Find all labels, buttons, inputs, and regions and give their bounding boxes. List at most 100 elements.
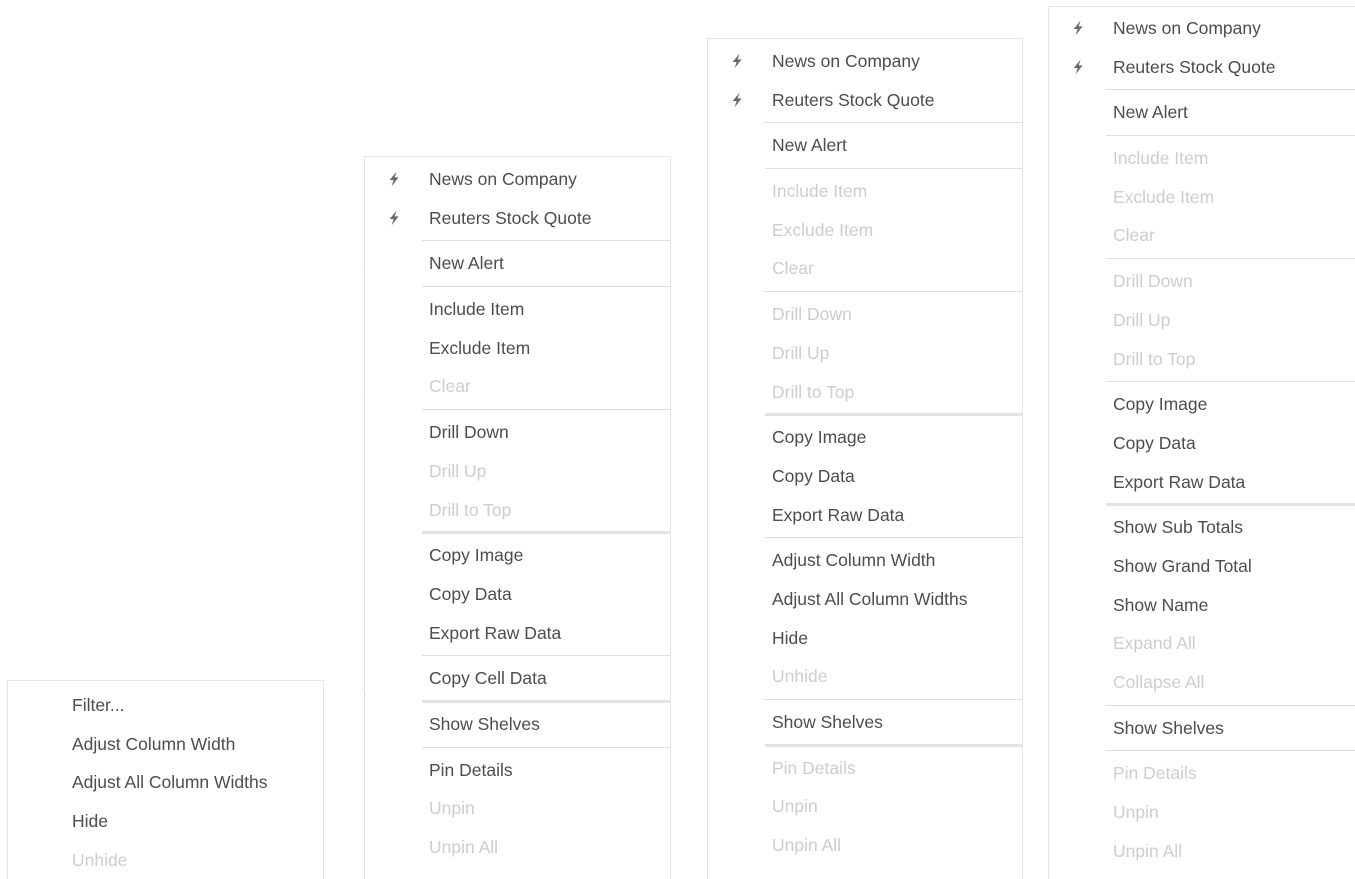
menu-item-include-item[interactable]: Include Item xyxy=(365,290,670,329)
menu-item-drill-to-top: Drill to Top xyxy=(708,373,1022,412)
menu-item-copy-image[interactable]: Copy Image xyxy=(708,418,1022,457)
menu-item-label: Show Shelves xyxy=(1113,717,1224,738)
menu-item-export-raw-data[interactable]: Export Raw Data xyxy=(365,614,670,653)
menu-item-label: Drill Down xyxy=(1113,271,1193,292)
menu-item-exclude-item: Exclude Item xyxy=(708,211,1022,250)
menu-4-list: News on Company Reuters Stock Quote New Al… xyxy=(1049,9,1355,870)
menu-item-pin-details: Pin Details xyxy=(708,749,1022,788)
menu-item-label: Show Name xyxy=(1113,594,1209,615)
lightning-icon xyxy=(1071,48,1085,87)
menu-item-unpin-all: Unpin All xyxy=(365,828,670,867)
menu-separator xyxy=(765,168,1022,170)
menu-item-new-alert[interactable]: New Alert xyxy=(1049,93,1355,132)
menu-item-label: Copy Data xyxy=(1113,432,1196,453)
menu-item-label: Filter... xyxy=(72,695,125,715)
edge-mark xyxy=(362,270,363,271)
menu-item-copy-data[interactable]: Copy Data xyxy=(1049,424,1355,463)
menu-item-label: Exclude Item xyxy=(429,337,531,358)
menu-item-label: Unhide xyxy=(72,849,128,870)
menu-item-label: News on Company xyxy=(1113,18,1261,38)
menu-item-news-on-company[interactable]: News on Company xyxy=(365,160,670,199)
menu-item-show-name[interactable]: Show Name xyxy=(1049,586,1355,625)
menu-item-adjust-all-column-widths[interactable]: Adjust All Column Widths xyxy=(708,580,1022,619)
menu-item-reuters-stock-quote[interactable]: Reuters Stock Quote xyxy=(708,81,1022,120)
menu-item-copy-cell-data[interactable]: Copy Cell Data xyxy=(365,659,670,698)
menu-item-filter[interactable]: Filter... xyxy=(8,686,323,725)
menu-item-include-item: Include Item xyxy=(1049,139,1355,178)
menu-item-label: Export Raw Data xyxy=(429,622,562,643)
lightning-icon xyxy=(387,199,401,238)
menu-item-copy-image[interactable]: Copy Image xyxy=(365,536,670,575)
menu-item-show-shelves[interactable]: Show Shelves xyxy=(365,705,670,744)
menu-item-label: Reuters Stock Quote xyxy=(772,89,935,110)
menu-separator xyxy=(1106,750,1355,752)
menu-item-label: Unhide xyxy=(772,666,828,687)
menu-item-label: Drill to Top xyxy=(772,381,855,402)
menu-item-label: Drill to Top xyxy=(1113,348,1196,369)
menu-item-copy-image[interactable]: Copy Image xyxy=(1049,385,1355,424)
menu-item-show-grand-total[interactable]: Show Grand Total xyxy=(1049,547,1355,586)
menu-item-show-shelves[interactable]: Show Shelves xyxy=(1049,709,1355,748)
context-menu-gallery: Filter... Adjust Column Width Adjust All C… xyxy=(0,0,1355,879)
menu-item-label: New Alert xyxy=(772,135,847,156)
menu-separator xyxy=(1106,381,1355,383)
menu-item-reuters-stock-quote[interactable]: Reuters Stock Quote xyxy=(1049,48,1355,87)
menu-separator xyxy=(765,122,1022,124)
menu-item-pin-details: Pin Details xyxy=(1049,754,1355,793)
menu-item-label: Adjust All Column Widths xyxy=(772,588,968,609)
edge-mark xyxy=(362,688,363,689)
menu-item-label: Drill Down xyxy=(772,304,852,325)
menu-separator xyxy=(422,240,670,242)
menu-item-label: Reuters Stock Quote xyxy=(429,207,592,228)
menu-item-label: New Alert xyxy=(429,253,504,274)
menu-item-news-on-company[interactable]: News on Company xyxy=(708,42,1022,81)
menu-3-list: News on Company Reuters Stock Quote New Al… xyxy=(708,42,1022,865)
menu-item-hide[interactable]: Hide xyxy=(8,802,323,841)
menu-item-new-alert[interactable]: New Alert xyxy=(365,244,670,283)
menu-item-pin-details[interactable]: Pin Details xyxy=(365,751,670,790)
menu-separator xyxy=(1106,135,1355,137)
menu-item-adjust-column-width[interactable]: Adjust Column Width xyxy=(8,725,323,764)
menu-item-export-raw-data[interactable]: Export Raw Data xyxy=(1049,463,1355,502)
menu-item-new-alert[interactable]: New Alert xyxy=(708,126,1022,165)
menu-item-label: Hide xyxy=(772,627,808,648)
menu-item-unhide: Unhide xyxy=(8,841,323,879)
menu-item-drill-down[interactable]: Drill Down xyxy=(365,413,670,452)
menu-item-label: Copy Data xyxy=(772,465,855,486)
menu-item-exclude-item[interactable]: Exclude Item xyxy=(365,329,670,368)
menu-item-adjust-all-column-widths[interactable]: Adjust All Column Widths xyxy=(8,763,323,802)
menu-item-label: Drill to Top xyxy=(429,499,512,520)
menu-item-drill-up: Drill Up xyxy=(365,452,670,491)
menu-item-adjust-column-width[interactable]: Adjust Column Width xyxy=(708,541,1022,580)
menu-item-show-shelves[interactable]: Show Shelves xyxy=(708,703,1022,742)
menu-item-label: Hide xyxy=(72,811,108,832)
context-menu-2: News on Company Reuters Stock Quote New Al… xyxy=(364,156,671,879)
menu-separator xyxy=(765,291,1022,293)
menu-item-copy-data[interactable]: Copy Data xyxy=(708,457,1022,496)
context-menu-3: News on Company Reuters Stock Quote New Al… xyxy=(707,38,1023,879)
menu-separator xyxy=(1106,89,1355,91)
menu-item-label: Exclude Item xyxy=(772,219,874,240)
menu-item-label: Exclude Item xyxy=(1113,186,1215,207)
menu-item-drill-down: Drill Down xyxy=(1049,262,1355,301)
menu-item-copy-data[interactable]: Copy Data xyxy=(365,575,670,614)
menu-item-show-sub-totals[interactable]: Show Sub Totals xyxy=(1049,508,1355,547)
menu-separator xyxy=(1106,503,1355,507)
menu-separator xyxy=(422,531,670,535)
menu-item-label: Clear xyxy=(429,376,471,397)
menu-item-label: Export Raw Data xyxy=(772,504,905,525)
menu-item-label: Pin Details xyxy=(429,759,513,780)
menu-item-reuters-stock-quote[interactable]: Reuters Stock Quote xyxy=(365,199,670,238)
menu-item-label: Reuters Stock Quote xyxy=(1113,56,1276,77)
lightning-icon xyxy=(1071,9,1085,48)
menu-separator xyxy=(1106,258,1355,260)
menu-item-label: Show Sub Totals xyxy=(1113,517,1244,538)
menu-item-label: Include Item xyxy=(429,299,525,320)
menu-item-label: Export Raw Data xyxy=(1113,471,1246,492)
menu-item-label: Unpin xyxy=(772,796,818,817)
menu-separator xyxy=(1106,704,1355,706)
menu-item-hide[interactable]: Hide xyxy=(708,619,1022,658)
menu-item-news-on-company[interactable]: News on Company xyxy=(1049,9,1355,48)
menu-item-export-raw-data[interactable]: Export Raw Data xyxy=(708,496,1022,535)
menu-1-list: Filter... Adjust Column Width Adjust All C… xyxy=(8,686,323,879)
